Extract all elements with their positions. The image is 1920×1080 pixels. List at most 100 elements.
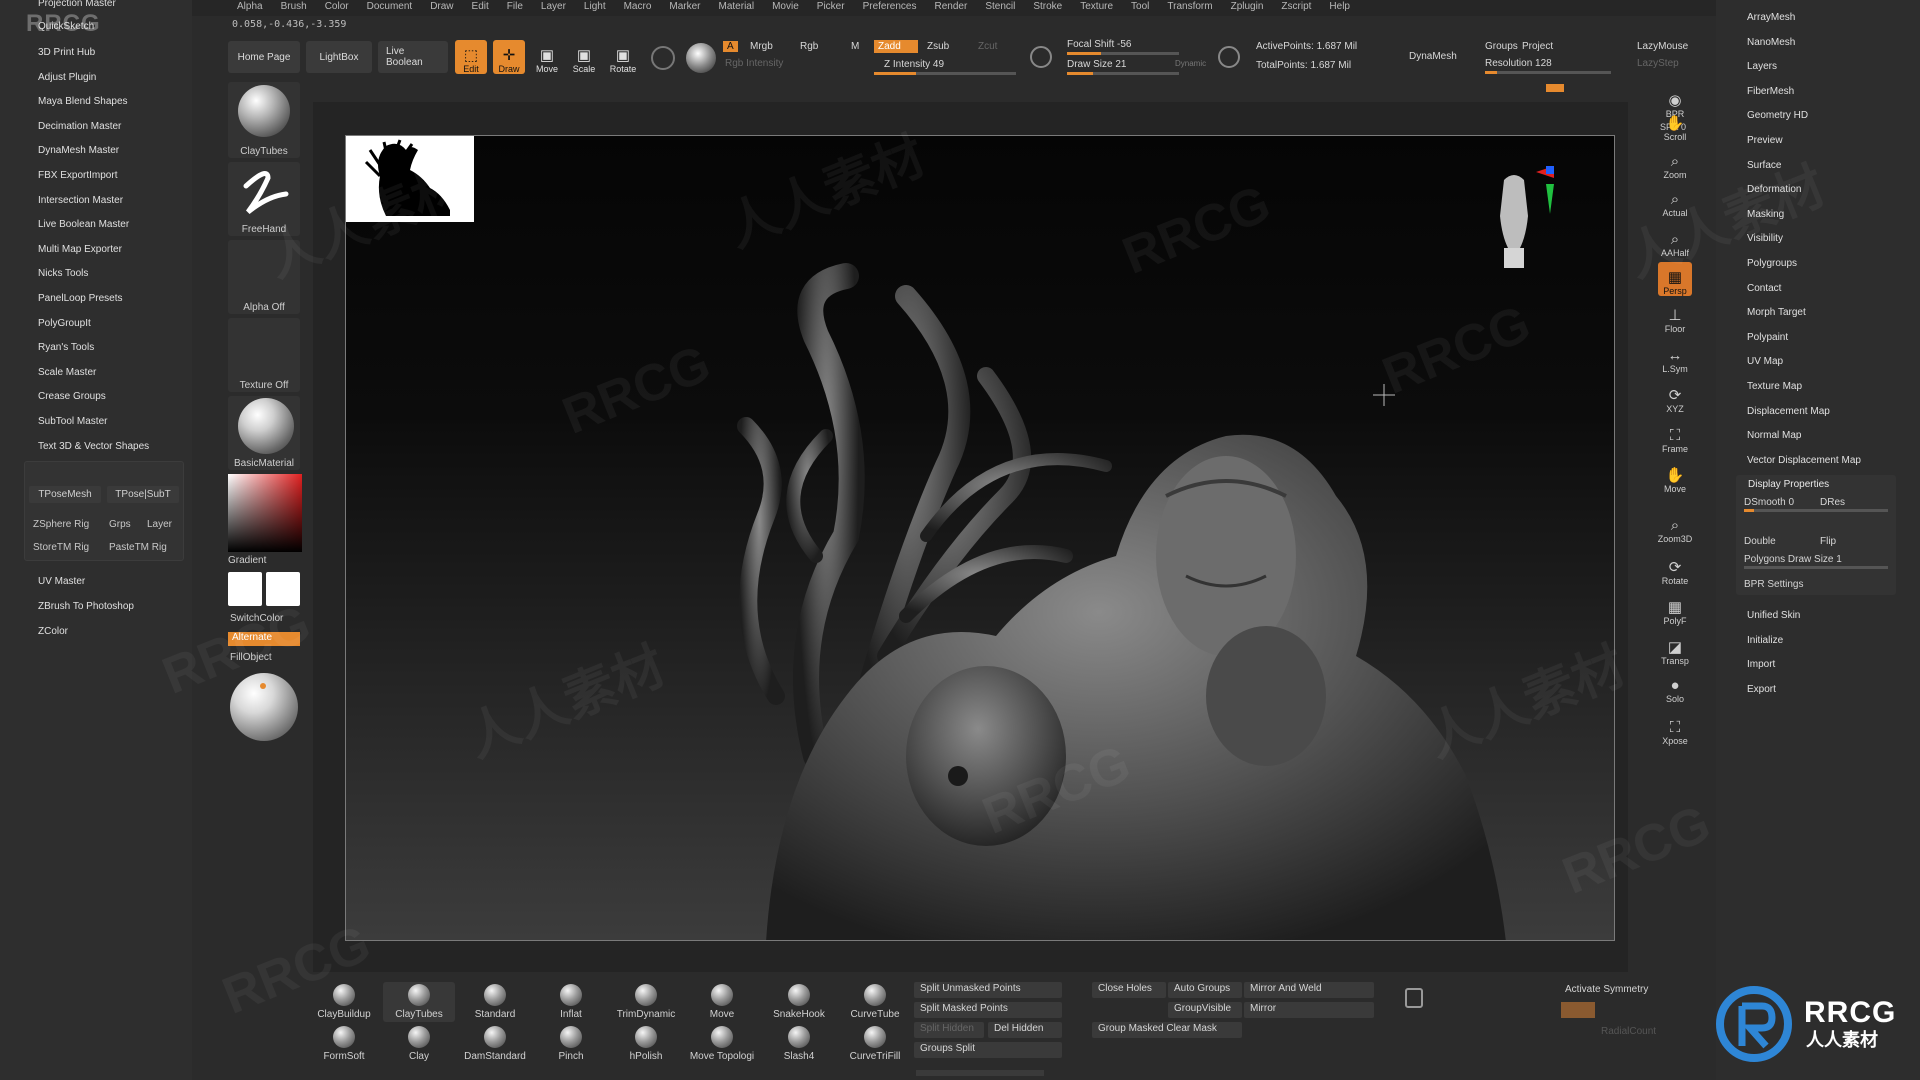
plugin-item[interactable]: Decimation Master <box>38 121 121 132</box>
side-polyf-button[interactable]: ▦ PolyF <box>1658 592 1692 627</box>
menu-brush[interactable]: Brush <box>272 1 316 12</box>
lightbox-button[interactable]: LightBox <box>306 41 372 73</box>
menu-help[interactable]: Help <box>1320 1 1359 12</box>
side-aahalf-button[interactable]: ⌕ AAHalf <box>1658 224 1692 259</box>
draw-size-slider[interactable]: Draw Size 21 <box>1067 59 1126 70</box>
subpalette-item[interactable]: FiberMesh <box>1747 86 1794 97</box>
double-toggle[interactable]: Double <box>1744 536 1776 547</box>
brush-trimdynamic-button[interactable]: TrimDynamic <box>610 982 682 1022</box>
zcut-toggle[interactable]: Zcut <box>978 41 997 52</box>
menu-movie[interactable]: Movie <box>763 1 808 12</box>
z-intensity-slider[interactable]: Z Intensity 49 <box>884 59 944 70</box>
subpalette-item[interactable]: Export <box>1747 684 1776 695</box>
menu-zscript[interactable]: Zscript <box>1272 1 1320 12</box>
subpalette-item[interactable]: NanoMesh <box>1747 37 1795 48</box>
storetm-rig-button[interactable]: StoreTM Rig <box>33 542 89 553</box>
plugin-projection-master[interactable]: Projection Master <box>38 0 116 9</box>
plugin-item[interactable]: Live Boolean Master <box>38 219 129 230</box>
subpalette-item[interactable]: Initialize <box>1747 635 1783 646</box>
brush-standard-button[interactable]: Standard <box>459 982 531 1022</box>
menu-draw[interactable]: Draw <box>421 1 462 12</box>
menu-edit[interactable]: Edit <box>463 1 498 12</box>
plugin-item[interactable]: Scale Master <box>38 367 96 378</box>
side-persp-button[interactable]: ▦ Persp <box>1658 262 1692 296</box>
brush-movetopologi-button[interactable]: Move Topologi <box>686 1024 758 1064</box>
subpalette-item[interactable]: Masking <box>1747 209 1784 220</box>
menu-light[interactable]: Light <box>575 1 615 12</box>
zadd-toggle[interactable]: Zadd <box>874 40 918 53</box>
mirror-and-weld-button[interactable]: Mirror And Weld <box>1244 982 1374 998</box>
plugin-item[interactable]: Multi Map Exporter <box>38 244 122 255</box>
plugin-item[interactable]: 3D Print Hub <box>38 47 95 58</box>
groups-split-button[interactable]: Groups Split <box>914 1042 1062 1058</box>
del-hidden-button[interactable]: Del Hidden <box>988 1022 1062 1038</box>
mirror-button[interactable]: Mirror <box>1244 1002 1374 1018</box>
side-zoom3d-button[interactable]: ⌕ Zoom3D <box>1658 510 1693 545</box>
brush-snakehook-button[interactable]: SnakeHook <box>763 982 835 1022</box>
menu-alpha[interactable]: Alpha <box>228 1 272 12</box>
subpalette-item[interactable]: Geometry HD <box>1747 110 1808 121</box>
switchcolor-button[interactable]: SwitchColor <box>230 613 283 624</box>
shelf-scrollbar[interactable] <box>916 1070 1044 1076</box>
side-scroll-button[interactable]: ✋ Scroll <box>1658 108 1692 143</box>
subpalette-item[interactable]: UV Map <box>1747 356 1783 367</box>
polygons-draw-size-slider[interactable]: Polygons Draw Size 1 <box>1744 554 1842 565</box>
rgb-toggle[interactable]: Rgb <box>800 41 818 52</box>
side-floor-button[interactable]: ⊥ Floor <box>1658 300 1692 335</box>
orientation-gizmo[interactable] <box>1474 166 1554 276</box>
symmetry-x-toggle[interactable] <box>1561 1002 1595 1018</box>
split-hidden-button[interactable]: Split Hidden <box>914 1022 984 1038</box>
subpalette-item[interactable]: Vector Displacement Map <box>1747 455 1861 466</box>
plugin-item[interactable]: Adjust Plugin <box>38 72 96 83</box>
a-toggle[interactable]: A <box>723 41 738 52</box>
sculpt-canvas[interactable] <box>345 135 1615 941</box>
subpalette-item[interactable]: Displacement Map <box>1747 406 1830 417</box>
draw-button[interactable]: ✛ Draw <box>493 40 525 74</box>
menu-file[interactable]: File <box>498 1 532 12</box>
subpalette-item[interactable]: Contact <box>1747 283 1781 294</box>
menu-document[interactable]: Document <box>358 1 422 12</box>
menu-render[interactable]: Render <box>926 1 977 12</box>
color-picker[interactable] <box>228 474 302 552</box>
plugin-item[interactable]: ZColor <box>38 626 68 637</box>
brush-curvetube-button[interactable]: CurveTube <box>839 982 911 1022</box>
plugin-item[interactable]: Text 3D & Vector Shapes <box>38 441 149 452</box>
plugin-item[interactable]: Ryan's Tools <box>38 342 94 353</box>
secondary-color-swatch[interactable] <box>266 572 300 606</box>
subpalette-item[interactable]: Polypaint <box>1747 332 1788 343</box>
menu-stencil[interactable]: Stencil <box>976 1 1024 12</box>
material-slot[interactable]: BasicMaterial <box>228 396 300 470</box>
side-solo-button[interactable]: ● Solo <box>1658 670 1692 705</box>
material-toggle-icon[interactable] <box>651 46 675 70</box>
dynamesh-button[interactable]: DynaMesh <box>1409 51 1457 62</box>
side-rotate-button[interactable]: ⟳ Rotate <box>1658 552 1692 587</box>
subpalette-item[interactable]: Preview <box>1747 135 1783 146</box>
live-boolean-button[interactable]: Live Boolean <box>378 41 448 73</box>
edit-button[interactable]: ⬚ Edit <box>455 40 487 74</box>
display-properties-title[interactable]: Display Properties <box>1748 479 1829 490</box>
brush-pinch-button[interactable]: Pinch <box>535 1024 607 1064</box>
side-xpose-button[interactable]: ⛶ Xpose <box>1658 712 1692 747</box>
m-toggle[interactable]: M <box>851 41 859 52</box>
plugin-quicksketch[interactable]: QuickSketch <box>38 21 94 32</box>
groups-toggle[interactable]: Groups <box>1485 41 1518 52</box>
activate-symmetry-button[interactable]: Activate Symmetry <box>1565 984 1648 995</box>
project-toggle[interactable]: Project <box>1522 41 1553 52</box>
menu-transform[interactable]: Transform <box>1158 1 1221 12</box>
brush-slash4-button[interactable]: Slash4 <box>763 1024 835 1064</box>
alpha-slot[interactable]: Alpha Off <box>228 240 300 314</box>
plugin-item[interactable]: ZBrush To Photoshop <box>38 601 134 612</box>
group-visible-button[interactable]: GroupVisible <box>1168 1002 1242 1018</box>
close-holes-button[interactable]: Close Holes <box>1092 982 1166 998</box>
plugin-item[interactable]: Crease Groups <box>38 391 106 402</box>
plugin-item[interactable]: UV Master <box>38 576 85 587</box>
layer-toggle[interactable]: Layer <box>147 519 172 530</box>
plugin-item[interactable]: DynaMesh Master <box>38 145 119 156</box>
brush-slot[interactable]: ClayTubes <box>228 82 300 158</box>
plugin-item[interactable]: FBX ExportImport <box>38 170 117 181</box>
brush-damstandard-button[interactable]: DamStandard <box>459 1024 531 1064</box>
lock-icon[interactable] <box>1405 988 1423 1008</box>
brush-curvetrifill-button[interactable]: CurveTriFill <box>839 1024 911 1064</box>
auto-groups-button[interactable]: Auto Groups <box>1168 982 1242 998</box>
dres-slider[interactable]: DRes <box>1820 497 1845 508</box>
